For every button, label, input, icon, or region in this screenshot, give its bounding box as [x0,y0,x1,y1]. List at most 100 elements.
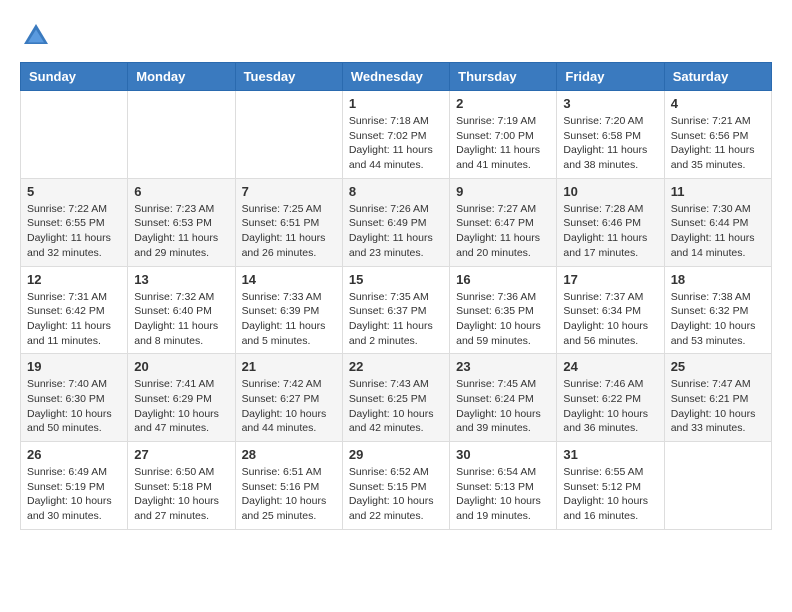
day-number: 12 [27,272,121,287]
calendar-cell: 9 Sunrise: 7:27 AMSunset: 6:47 PMDaylight… [450,178,557,266]
day-info: Sunrise: 6:55 AMSunset: 5:12 PMDaylight:… [563,465,657,524]
day-number: 11 [671,184,765,199]
day-number: 23 [456,359,550,374]
calendar-cell [664,442,771,530]
day-number: 2 [456,96,550,111]
day-info: Sunrise: 7:20 AMSunset: 6:58 PMDaylight:… [563,114,657,173]
calendar-cell: 12Sunrise: 7:31 AMSunset: 6:42 PMDayligh… [21,266,128,354]
day-number: 27 [134,447,228,462]
day-info: Sunrise: 6:54 AMSunset: 5:13 PMDaylight:… [456,465,550,524]
calendar-table: SundayMondayTuesdayWednesdayThursdayFrid… [20,62,772,530]
calendar-cell [128,91,235,179]
calendar-header-tuesday: Tuesday [235,63,342,91]
calendar-week-row: 26 Sunrise: 6:49 AMSunset: 5:19 PMDayligh… [21,442,772,530]
calendar-cell: 13Sunrise: 7:32 AMSunset: 6:40 PMDayligh… [128,266,235,354]
logo-icon [20,20,52,52]
day-number: 9 [456,184,550,199]
day-number: 6 [134,184,228,199]
calendar-cell: 19Sunrise: 7:40 AMSunset: 6:30 PMDayligh… [21,354,128,442]
calendar-cell: 5Sunrise: 7:22 AMSunset: 6:55 PMDaylight… [21,178,128,266]
calendar-header-sunday: Sunday [21,63,128,91]
calendar-cell: 28Sunrise: 6:51 AMSunset: 5:16 PMDayligh… [235,442,342,530]
day-info: Sunrise: 7:43 AMSunset: 6:25 PMDaylight:… [349,377,443,436]
day-info: Sunrise: 7:18 AMSunset: 7:02 PMDaylight:… [349,114,443,173]
day-number: 30 [456,447,550,462]
day-number: 20 [134,359,228,374]
day-number: 22 [349,359,443,374]
day-number: 31 [563,447,657,462]
calendar-header-row: SundayMondayTuesdayWednesdayThursdayFrid… [21,63,772,91]
calendar-cell: 30 Sunrise: 6:54 AMSunset: 5:13 PMDayligh… [450,442,557,530]
day-number: 14 [242,272,336,287]
day-number: 1 [349,96,443,111]
day-number: 29 [349,447,443,462]
calendar-cell: 10 Sunrise: 7:28 AMSunset: 6:46 PMDayligh… [557,178,664,266]
calendar-cell: 2 Sunrise: 7:19 AMSunset: 7:00 PMDaylight… [450,91,557,179]
day-info: Sunrise: 7:42 AMSunset: 6:27 PMDaylight:… [242,377,336,436]
calendar-week-row: 5Sunrise: 7:22 AMSunset: 6:55 PMDaylight… [21,178,772,266]
calendar-header-monday: Monday [128,63,235,91]
calendar-cell: 23 Sunrise: 7:45 AMSunset: 6:24 PMDayligh… [450,354,557,442]
calendar-cell: 7 Sunrise: 7:25 AMSunset: 6:51 PMDaylight… [235,178,342,266]
day-info: Sunrise: 6:49 AMSunset: 5:19 PMDaylight:… [27,465,121,524]
calendar-cell: 27 Sunrise: 6:50 AMSunset: 5:18 PMDayligh… [128,442,235,530]
day-info: Sunrise: 7:30 AMSunset: 6:44 PMDaylight:… [671,202,765,261]
day-number: 5 [27,184,121,199]
day-number: 10 [563,184,657,199]
day-number: 21 [242,359,336,374]
day-info: Sunrise: 7:38 AMSunset: 6:32 PMDaylight:… [671,290,765,349]
calendar-week-row: 12Sunrise: 7:31 AMSunset: 6:42 PMDayligh… [21,266,772,354]
day-info: Sunrise: 7:27 AMSunset: 6:47 PMDaylight:… [456,202,550,261]
calendar-cell [235,91,342,179]
day-number: 3 [563,96,657,111]
calendar-cell: 29Sunrise: 6:52 AMSunset: 5:15 PMDayligh… [342,442,449,530]
calendar-cell: 3 Sunrise: 7:20 AMSunset: 6:58 PMDaylight… [557,91,664,179]
day-number: 8 [349,184,443,199]
day-info: Sunrise: 7:41 AMSunset: 6:29 PMDaylight:… [134,377,228,436]
calendar-cell: 6 Sunrise: 7:23 AMSunset: 6:53 PMDaylight… [128,178,235,266]
calendar-cell [21,91,128,179]
calendar-week-row: 19Sunrise: 7:40 AMSunset: 6:30 PMDayligh… [21,354,772,442]
day-info: Sunrise: 7:46 AMSunset: 6:22 PMDaylight:… [563,377,657,436]
day-info: Sunrise: 7:21 AMSunset: 6:56 PMDaylight:… [671,114,765,173]
calendar-cell: 17 Sunrise: 7:37 AMSunset: 6:34 PMDayligh… [557,266,664,354]
calendar-header-thursday: Thursday [450,63,557,91]
day-info: Sunrise: 7:19 AMSunset: 7:00 PMDaylight:… [456,114,550,173]
calendar-cell: 22 Sunrise: 7:43 AMSunset: 6:25 PMDayligh… [342,354,449,442]
day-info: Sunrise: 7:33 AMSunset: 6:39 PMDaylight:… [242,290,336,349]
calendar-cell: 21 Sunrise: 7:42 AMSunset: 6:27 PMDayligh… [235,354,342,442]
calendar-cell: 31 Sunrise: 6:55 AMSunset: 5:12 PMDayligh… [557,442,664,530]
day-number: 26 [27,447,121,462]
page-header [20,20,772,52]
day-number: 7 [242,184,336,199]
day-info: Sunrise: 7:47 AMSunset: 6:21 PMDaylight:… [671,377,765,436]
day-info: Sunrise: 7:45 AMSunset: 6:24 PMDaylight:… [456,377,550,436]
calendar-cell: 16Sunrise: 7:36 AMSunset: 6:35 PMDayligh… [450,266,557,354]
calendar-cell: 1 Sunrise: 7:18 AMSunset: 7:02 PMDaylight… [342,91,449,179]
calendar-cell: 4 Sunrise: 7:21 AMSunset: 6:56 PMDaylight… [664,91,771,179]
day-number: 4 [671,96,765,111]
day-info: Sunrise: 7:32 AMSunset: 6:40 PMDaylight:… [134,290,228,349]
day-info: Sunrise: 7:23 AMSunset: 6:53 PMDaylight:… [134,202,228,261]
calendar-cell: 15Sunrise: 7:35 AMSunset: 6:37 PMDayligh… [342,266,449,354]
day-number: 18 [671,272,765,287]
day-number: 19 [27,359,121,374]
day-info: Sunrise: 7:37 AMSunset: 6:34 PMDaylight:… [563,290,657,349]
day-info: Sunrise: 7:35 AMSunset: 6:37 PMDaylight:… [349,290,443,349]
calendar-cell: 18 Sunrise: 7:38 AMSunset: 6:32 PMDayligh… [664,266,771,354]
calendar-cell: 8 Sunrise: 7:26 AMSunset: 6:49 PMDaylight… [342,178,449,266]
day-number: 24 [563,359,657,374]
day-info: Sunrise: 7:25 AMSunset: 6:51 PMDaylight:… [242,202,336,261]
day-number: 17 [563,272,657,287]
calendar-cell: 20 Sunrise: 7:41 AMSunset: 6:29 PMDayligh… [128,354,235,442]
logo [20,20,56,52]
day-info: Sunrise: 6:50 AMSunset: 5:18 PMDaylight:… [134,465,228,524]
calendar-cell: 24 Sunrise: 7:46 AMSunset: 6:22 PMDayligh… [557,354,664,442]
calendar-header-friday: Friday [557,63,664,91]
day-info: Sunrise: 6:51 AMSunset: 5:16 PMDaylight:… [242,465,336,524]
calendar-header-wednesday: Wednesday [342,63,449,91]
day-info: Sunrise: 7:26 AMSunset: 6:49 PMDaylight:… [349,202,443,261]
day-info: Sunrise: 7:28 AMSunset: 6:46 PMDaylight:… [563,202,657,261]
calendar-cell: 14 Sunrise: 7:33 AMSunset: 6:39 PMDayligh… [235,266,342,354]
calendar-cell: 25Sunrise: 7:47 AMSunset: 6:21 PMDayligh… [664,354,771,442]
